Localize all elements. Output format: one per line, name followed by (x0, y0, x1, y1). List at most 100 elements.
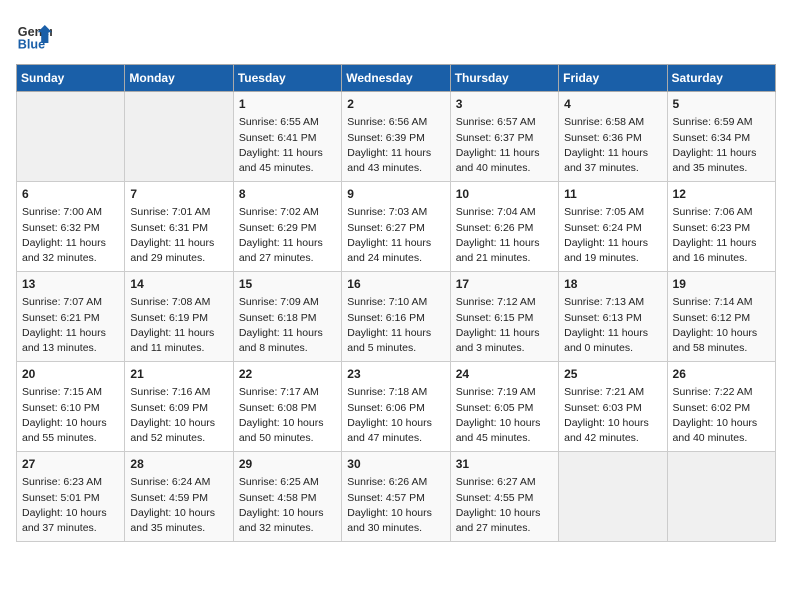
day-info: Sunset: 6:09 PM (130, 401, 227, 416)
day-info: and 47 minutes. (347, 431, 444, 446)
day-info: Sunset: 6:29 PM (239, 221, 336, 236)
day-info: Sunset: 6:03 PM (564, 401, 661, 416)
day-number: 3 (456, 96, 553, 113)
day-number: 18 (564, 276, 661, 293)
day-info: Sunrise: 6:26 AM (347, 475, 444, 490)
day-info: Sunset: 6:37 PM (456, 131, 553, 146)
calendar-cell: 18Sunrise: 7:13 AMSunset: 6:13 PMDayligh… (559, 272, 667, 362)
day-number: 16 (347, 276, 444, 293)
calendar-cell: 11Sunrise: 7:05 AMSunset: 6:24 PMDayligh… (559, 182, 667, 272)
calendar-cell: 27Sunrise: 6:23 AMSunset: 5:01 PMDayligh… (17, 452, 125, 542)
day-number: 2 (347, 96, 444, 113)
day-info: and 5 minutes. (347, 341, 444, 356)
calendar-cell: 17Sunrise: 7:12 AMSunset: 6:15 PMDayligh… (450, 272, 558, 362)
page-header: General Blue (16, 16, 776, 52)
weekday-header-sunday: Sunday (17, 65, 125, 92)
day-info: and 3 minutes. (456, 341, 553, 356)
day-info: Sunrise: 7:21 AM (564, 385, 661, 400)
calendar-body: 1Sunrise: 6:55 AMSunset: 6:41 PMDaylight… (17, 92, 776, 542)
day-info: Sunset: 6:05 PM (456, 401, 553, 416)
day-info: Sunrise: 6:24 AM (130, 475, 227, 490)
day-info: Daylight: 11 hours (347, 236, 444, 251)
day-info: Sunrise: 7:03 AM (347, 205, 444, 220)
day-info: Sunrise: 7:18 AM (347, 385, 444, 400)
day-number: 12 (673, 186, 770, 203)
day-number: 21 (130, 366, 227, 383)
day-info: Sunset: 5:01 PM (22, 491, 119, 506)
calendar-week-3: 13Sunrise: 7:07 AMSunset: 6:21 PMDayligh… (17, 272, 776, 362)
day-info: Sunrise: 6:57 AM (456, 115, 553, 130)
weekday-header-thursday: Thursday (450, 65, 558, 92)
day-info: Sunrise: 7:02 AM (239, 205, 336, 220)
day-info: Daylight: 11 hours (673, 236, 770, 251)
day-info: Sunrise: 6:27 AM (456, 475, 553, 490)
calendar-cell: 29Sunrise: 6:25 AMSunset: 4:58 PMDayligh… (233, 452, 341, 542)
day-info: Daylight: 11 hours (130, 236, 227, 251)
day-info: Sunset: 6:06 PM (347, 401, 444, 416)
day-info: and 27 minutes. (456, 521, 553, 536)
calendar-cell: 7 Sunrise: 7:01 AMSunset: 6:31 PMDaylight… (125, 182, 233, 272)
calendar-cell: 28Sunrise: 6:24 AMSunset: 4:59 PMDayligh… (125, 452, 233, 542)
day-info: and 43 minutes. (347, 161, 444, 176)
day-number: 20 (22, 366, 119, 383)
day-info: Sunrise: 7:16 AM (130, 385, 227, 400)
day-number: 26 (673, 366, 770, 383)
day-info: Sunset: 6:39 PM (347, 131, 444, 146)
day-info: Sunset: 4:55 PM (456, 491, 553, 506)
day-number: 28 (130, 456, 227, 473)
day-info: Sunrise: 7:15 AM (22, 385, 119, 400)
day-info: Sunset: 6:31 PM (130, 221, 227, 236)
day-info: Sunset: 6:24 PM (564, 221, 661, 236)
day-info: and 16 minutes. (673, 251, 770, 266)
day-info: Daylight: 10 hours (456, 416, 553, 431)
day-info: Daylight: 11 hours (239, 146, 336, 161)
day-info: Sunrise: 7:01 AM (130, 205, 227, 220)
day-info: and 52 minutes. (130, 431, 227, 446)
day-info: Daylight: 10 hours (239, 416, 336, 431)
day-info: Sunrise: 7:22 AM (673, 385, 770, 400)
weekday-header-wednesday: Wednesday (342, 65, 450, 92)
day-info: and 35 minutes. (130, 521, 227, 536)
calendar-cell (17, 92, 125, 182)
calendar-cell: 16Sunrise: 7:10 AMSunset: 6:16 PMDayligh… (342, 272, 450, 362)
day-number: 7 (130, 186, 227, 203)
logo-icon: General Blue (16, 16, 52, 52)
day-info: and 37 minutes. (564, 161, 661, 176)
day-info: Sunrise: 7:04 AM (456, 205, 553, 220)
day-info: Sunset: 6:27 PM (347, 221, 444, 236)
day-info: Sunset: 6:36 PM (564, 131, 661, 146)
day-number: 23 (347, 366, 444, 383)
calendar-cell: 14Sunrise: 7:08 AMSunset: 6:19 PMDayligh… (125, 272, 233, 362)
calendar-cell: 5Sunrise: 6:59 AMSunset: 6:34 PMDaylight… (667, 92, 775, 182)
day-number: 24 (456, 366, 553, 383)
day-info: and 32 minutes. (239, 521, 336, 536)
day-info: Daylight: 10 hours (564, 416, 661, 431)
day-info: Sunset: 6:23 PM (673, 221, 770, 236)
day-info: and 19 minutes. (564, 251, 661, 266)
day-info: and 21 minutes. (456, 251, 553, 266)
day-info: and 0 minutes. (564, 341, 661, 356)
day-number: 25 (564, 366, 661, 383)
calendar-cell (667, 452, 775, 542)
day-info: Daylight: 10 hours (347, 416, 444, 431)
calendar-cell: 22Sunrise: 7:17 AMSunset: 6:08 PMDayligh… (233, 362, 341, 452)
day-info: Sunrise: 6:23 AM (22, 475, 119, 490)
day-number: 10 (456, 186, 553, 203)
day-info: Daylight: 10 hours (347, 506, 444, 521)
calendar-cell: 25 Sunrise: 7:21 AMSunset: 6:03 PMDayligh… (559, 362, 667, 452)
weekday-row: SundayMondayTuesdayWednesdayThursdayFrid… (17, 65, 776, 92)
day-info: Sunrise: 7:05 AM (564, 205, 661, 220)
day-info: Daylight: 11 hours (347, 146, 444, 161)
day-info: Daylight: 11 hours (564, 236, 661, 251)
calendar-cell: 6Sunrise: 7:00 AMSunset: 6:32 PMDaylight… (17, 182, 125, 272)
day-info: Daylight: 10 hours (130, 506, 227, 521)
day-info: Sunset: 6:16 PM (347, 311, 444, 326)
day-number: 15 (239, 276, 336, 293)
day-info: and 8 minutes. (239, 341, 336, 356)
day-number: 9 (347, 186, 444, 203)
day-info: and 42 minutes. (564, 431, 661, 446)
day-info: and 29 minutes. (130, 251, 227, 266)
day-number: 31 (456, 456, 553, 473)
day-info: and 58 minutes. (673, 341, 770, 356)
day-number: 17 (456, 276, 553, 293)
